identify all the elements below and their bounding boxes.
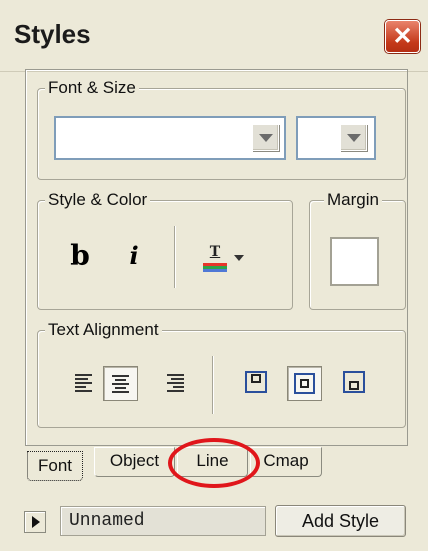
align-right-icon	[167, 374, 184, 392]
align-left-button[interactable]	[70, 368, 98, 396]
align-right-button[interactable]	[162, 368, 190, 396]
margin-input[interactable]	[330, 237, 379, 286]
italic-button[interactable]: i	[118, 240, 150, 272]
valign-bottom-icon	[343, 371, 365, 393]
size-dropdown-button[interactable]	[340, 124, 367, 151]
font-size-label: Font & Size	[45, 78, 139, 98]
style-name-field[interactable]: Unnamed	[60, 506, 266, 536]
expand-arrow-icon	[32, 516, 40, 528]
align-left-icon	[75, 374, 92, 392]
tab-cmap-label: Cmap	[263, 451, 309, 470]
text-alignment-label: Text Alignment	[45, 320, 162, 340]
add-style-button[interactable]: Add Style	[275, 505, 406, 537]
annotation-circle	[168, 438, 260, 488]
text-color-button[interactable]: T	[203, 242, 265, 274]
style-name-value: Unnamed	[69, 511, 145, 531]
margin-label: Margin	[324, 190, 382, 210]
styles-window: Styles ✕ Font & Size Style & Color b i T…	[0, 0, 428, 551]
valign-top-button[interactable]	[242, 368, 270, 396]
valign-middle-button[interactable]	[287, 366, 322, 401]
window-title: Styles	[14, 19, 91, 49]
expand-button[interactable]	[24, 511, 46, 533]
bold-button[interactable]: b	[64, 240, 96, 272]
color-bar-blue	[203, 269, 227, 272]
tab-font-label: Font	[37, 456, 73, 475]
chevron-down-icon	[234, 255, 244, 261]
font-dropdown-button[interactable]	[252, 124, 279, 151]
dropdown-arrow-icon	[347, 134, 361, 142]
style-color-label: Style & Color	[45, 190, 151, 210]
separator	[212, 356, 214, 414]
align-center-button[interactable]	[103, 366, 138, 401]
separator	[174, 226, 176, 288]
close-icon: ✕	[392, 23, 413, 50]
tab-object-label: Object	[109, 451, 160, 470]
align-center-icon	[112, 375, 129, 393]
text-color-icon: T	[209, 244, 221, 260]
tab-cmap[interactable]: Cmap	[250, 447, 322, 477]
valign-middle-icon	[294, 373, 315, 394]
valign-top-icon	[245, 371, 267, 393]
close-button[interactable]: ✕	[385, 20, 420, 53]
dropdown-arrow-icon	[259, 134, 273, 142]
bold-icon: b	[70, 239, 90, 272]
italic-icon: i	[129, 241, 139, 270]
valign-bottom-button[interactable]	[340, 368, 368, 396]
tab-object[interactable]: Object	[94, 447, 175, 477]
tab-font[interactable]: Font	[27, 451, 83, 481]
